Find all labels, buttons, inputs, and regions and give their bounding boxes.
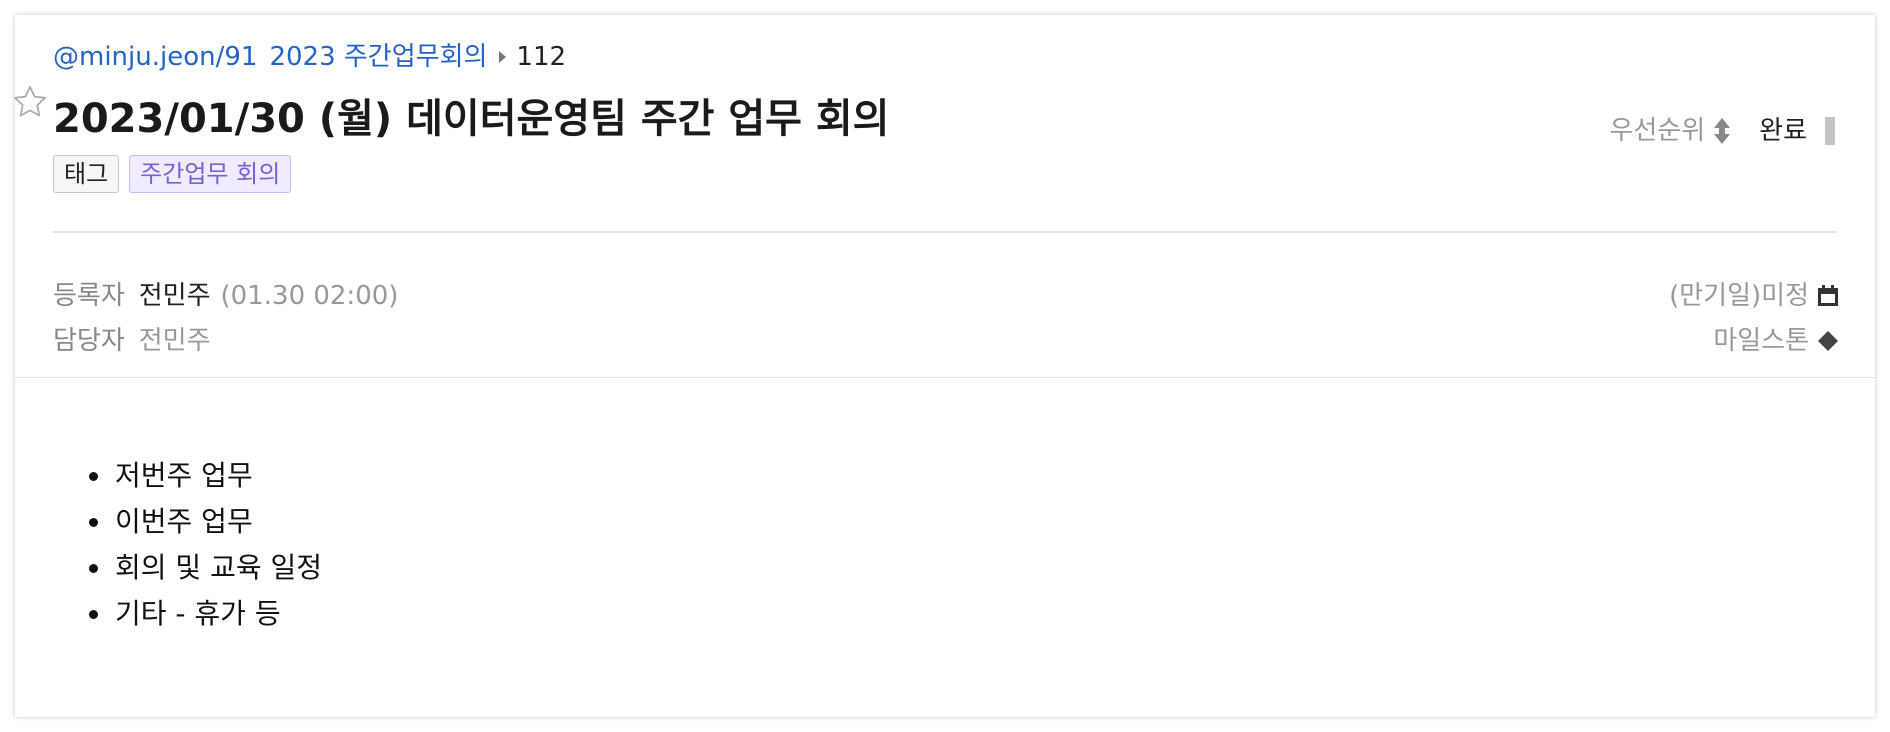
priority-label[interactable]: 우선순위 — [1609, 113, 1705, 149]
task-controls: 우선순위 완료 — [1609, 113, 1835, 149]
list-item: 저번주 업무 — [113, 453, 322, 499]
task-card: @minju.jeon/91 2023 주간업무회의 112 2023/01/30 … — [14, 15, 1875, 717]
assignee-label: 담당자 — [53, 326, 125, 356]
assignee-row: 담당자 전민주 — [53, 323, 211, 359]
registrant-row: 등록자 전민주 (01.30 02:00) — [53, 278, 398, 314]
tag-weekly-meeting[interactable]: 주간업무 회의 — [129, 155, 292, 193]
breadcrumb-project-link[interactable]: @minju.jeon/91 — [53, 42, 257, 72]
milestone-diamond-icon — [1818, 331, 1838, 351]
content-divider — [15, 377, 1875, 378]
status-bar-icon[interactable] — [1825, 117, 1835, 145]
assignee-name[interactable]: 전민주 — [139, 326, 211, 356]
registrant-label: 등록자 — [53, 281, 125, 311]
list-item: 기타 - 휴가 등 — [113, 591, 322, 637]
list-item: 회의 및 교육 일정 — [113, 545, 322, 591]
registrant-name: 전민주 — [138, 281, 211, 311]
breadcrumb-path-link[interactable]: 2023 주간업무회의 — [269, 42, 487, 72]
tag-button[interactable]: 태그 — [53, 155, 120, 193]
status-label[interactable]: 완료 — [1759, 113, 1807, 149]
header-divider — [53, 231, 1837, 233]
star-icon[interactable] — [11, 83, 49, 121]
task-body-list: 저번주 업무 이번주 업무 회의 및 교육 일정 기타 - 휴가 등 — [65, 453, 322, 637]
task-number: 112 — [516, 42, 567, 72]
breadcrumb-arrow-icon — [499, 50, 507, 63]
milestone-label: 마일스톤 — [1713, 326, 1809, 356]
calendar-icon — [1818, 285, 1838, 306]
tag-list: 태그 주간업무 회의 — [53, 155, 292, 193]
due-date-label: (만기일)미정 — [1669, 281, 1809, 311]
milestone-field[interactable]: 마일스톤 — [1713, 323, 1839, 359]
due-date-field[interactable]: (만기일)미정 — [1669, 278, 1839, 314]
breadcrumb: @minju.jeon/91 2023 주간업무회의 112 — [53, 40, 566, 74]
priority-sort-icon[interactable] — [1713, 117, 1731, 145]
page-title: 2023/01/30 (월) 데이터운영팀 주간 업무 회의 — [53, 96, 890, 142]
list-item: 이번주 업무 — [113, 499, 322, 545]
registrant-time: (01.30 02:00) — [220, 281, 399, 311]
